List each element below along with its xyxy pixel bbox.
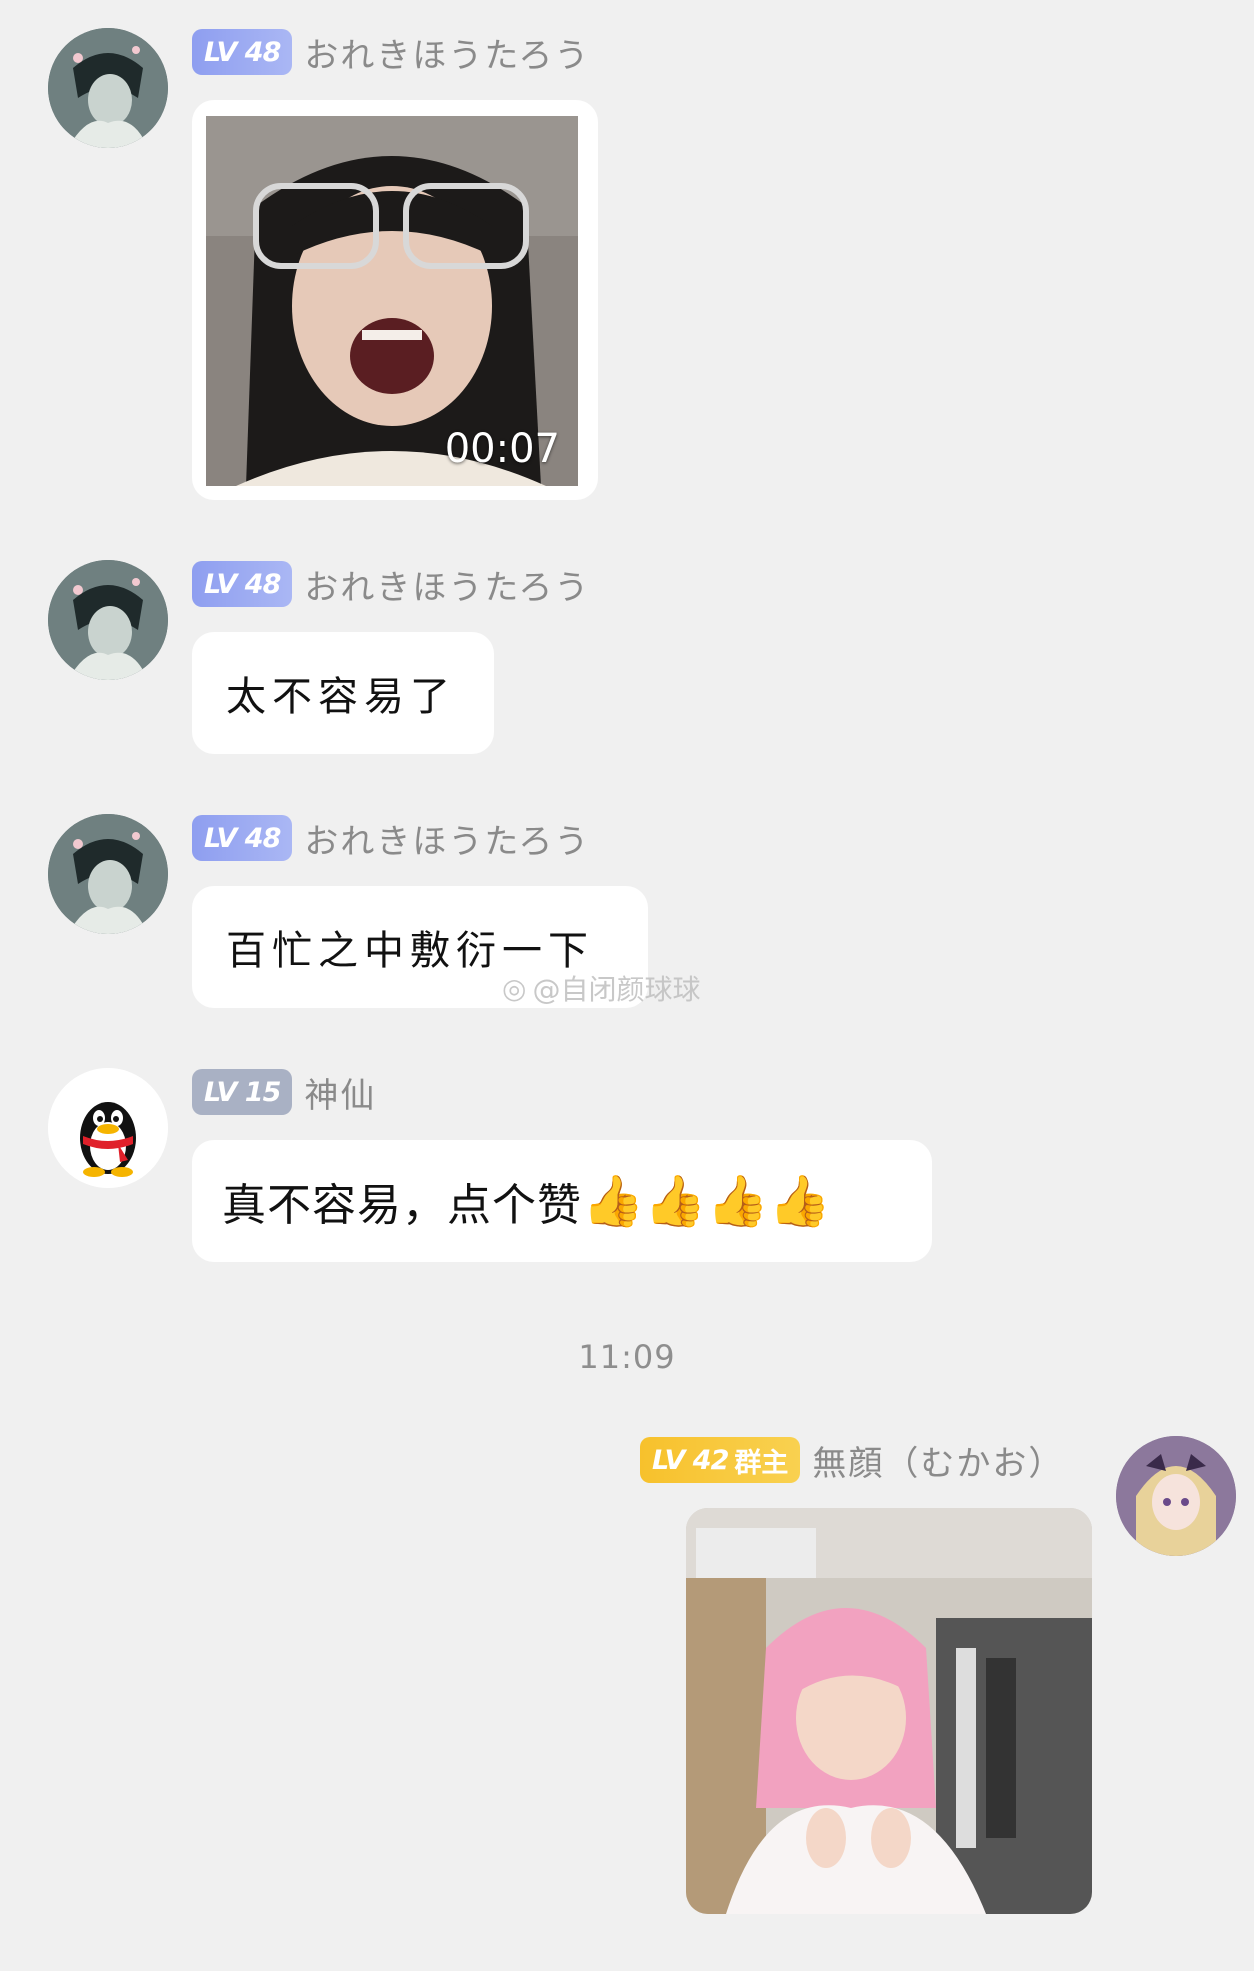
avatar-anime-girl[interactable] xyxy=(1116,1436,1236,1556)
message-text: 真不容易，点个赞 xyxy=(222,1180,582,1231)
avatar-anime-boy[interactable] xyxy=(48,814,168,934)
avatar-qq-penguin[interactable] xyxy=(48,1068,168,1188)
sender-info: LV 15 神仙 xyxy=(192,1068,376,1116)
level-badge: LV 48 xyxy=(192,561,293,607)
sender-info: LV 48 おれきほうたろう xyxy=(192,28,590,76)
sender-name[interactable]: おれきほうたろう xyxy=(304,560,590,609)
sender-info: LV 48 おれきほうたろう xyxy=(192,560,590,608)
avatar-anime-boy[interactable] xyxy=(48,28,168,148)
level-badge: LV 15 xyxy=(192,1069,293,1115)
text-message[interactable]: 真不容易，点个赞 👍 👍 👍 👍 xyxy=(192,1140,932,1262)
level-badge: LV 48 xyxy=(192,815,293,861)
video-thumbnail: 00:07 xyxy=(206,116,578,486)
sender-info: LV 42 群主 無顔（むかお） xyxy=(640,1436,1064,1484)
level-badge: LV 48 xyxy=(192,29,293,75)
sender-name[interactable]: おれきほうたろう xyxy=(304,28,590,77)
text-message[interactable]: 太不容易了 xyxy=(192,632,494,754)
watermark: ◎ @自闭颜球球 xyxy=(502,971,701,1007)
thumbs-up-icon: 👍 xyxy=(706,1171,769,1230)
timestamp: 11:09 xyxy=(578,1338,676,1376)
message-text: 太不容易了 xyxy=(226,674,456,720)
group-owner-badge: 群主 xyxy=(734,1447,789,1479)
thumbs-up-icon: 👍 xyxy=(582,1171,645,1230)
sender-name[interactable]: 無顔（むかお） xyxy=(812,1436,1064,1485)
video-duration: 00:07 xyxy=(444,426,560,472)
photo xyxy=(686,1508,1092,1914)
weibo-icon: ◎ xyxy=(502,971,527,1005)
sender-name[interactable]: おれきほうたろう xyxy=(304,814,590,863)
video-message[interactable]: 00:07 xyxy=(192,100,598,500)
thumbs-up-icon: 👍 xyxy=(644,1171,707,1230)
sender-name[interactable]: 神仙 xyxy=(304,1068,376,1117)
image-message[interactable] xyxy=(686,1508,1092,1914)
thumbs-up-icon: 👍 xyxy=(768,1171,832,1230)
level-badge: LV 42 群主 xyxy=(640,1437,801,1483)
sender-info: LV 48 おれきほうたろう xyxy=(192,814,590,862)
avatar-anime-boy[interactable] xyxy=(48,560,168,680)
